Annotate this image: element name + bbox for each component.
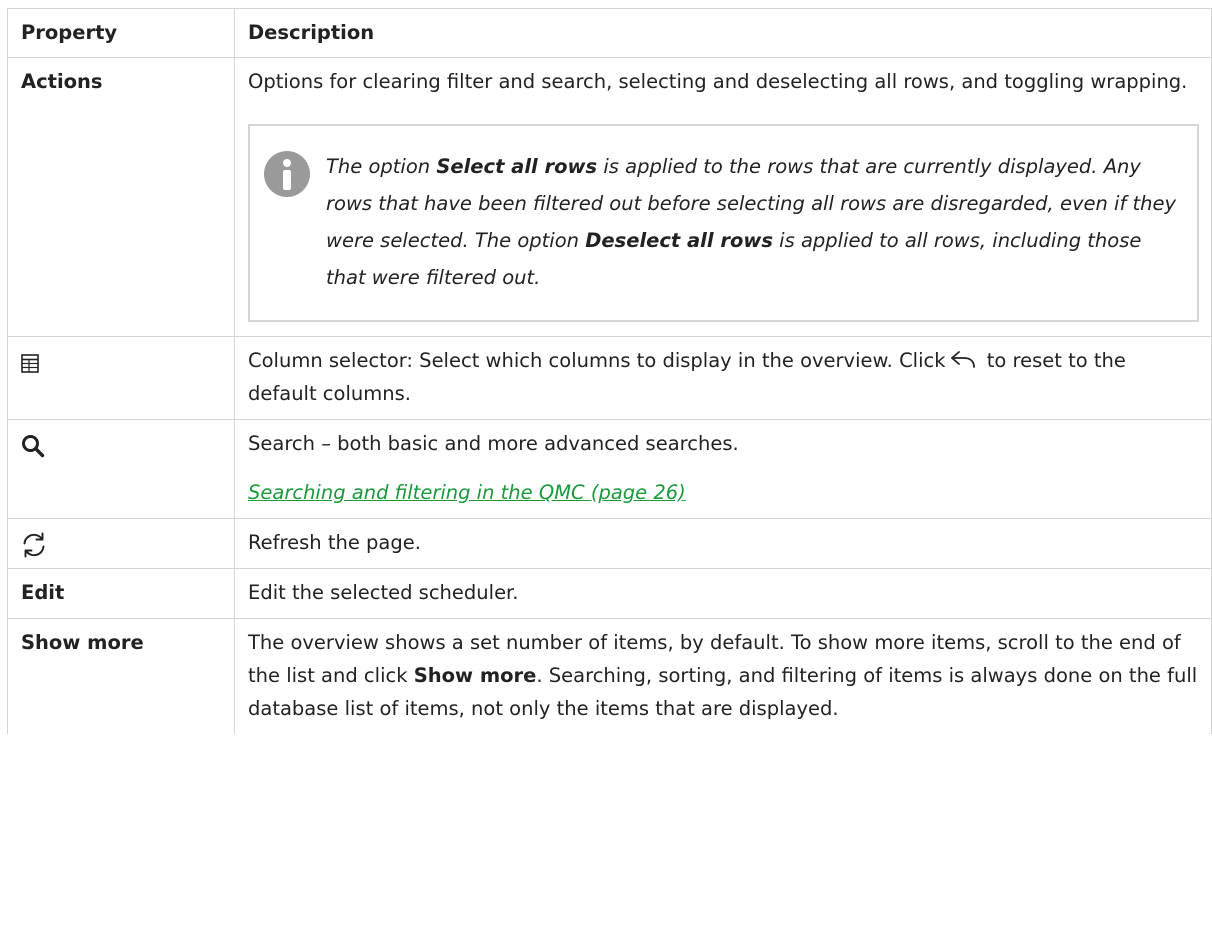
description-actions: Options for clearing filter and search, … bbox=[234, 57, 1212, 337]
info-note: The option Select all rows is applied to… bbox=[248, 124, 1199, 322]
show-more-bold: Show more bbox=[413, 664, 537, 687]
table-icon[interactable] bbox=[21, 354, 39, 373]
column-selector-text-start: Column selector: Select which columns to… bbox=[248, 349, 946, 372]
note-bold-deselect-all-rows: Deselect all rows bbox=[585, 229, 773, 252]
actions-description-text: Options for clearing filter and search, … bbox=[248, 70, 1188, 93]
description-edit: Edit the selected scheduler. bbox=[234, 568, 1212, 619]
property-edit: Edit bbox=[7, 568, 235, 619]
description-search: Search – both basic and more advanced se… bbox=[234, 419, 1212, 519]
table-row-actions: Actions Options for clearing filter and … bbox=[7, 57, 1212, 337]
search-icon[interactable] bbox=[21, 434, 45, 458]
header-property: Property bbox=[7, 8, 235, 58]
note-bold-select-all-rows: Select all rows bbox=[436, 155, 598, 178]
searching-filtering-link[interactable]: Searching and filtering in the QMC (page… bbox=[248, 481, 686, 504]
note-text: The option Select all rows is applied to… bbox=[326, 148, 1183, 296]
table-row-refresh: Refresh the page. bbox=[7, 518, 1212, 569]
search-link-line: Searching and filtering in the QMC (page… bbox=[248, 476, 1199, 509]
table-header-row: Property Description bbox=[7, 8, 1212, 58]
property-search bbox=[7, 419, 235, 519]
description-refresh: Refresh the page. bbox=[234, 518, 1212, 569]
refresh-icon[interactable] bbox=[21, 532, 47, 558]
search-description-text: Search – both basic and more advanced se… bbox=[248, 432, 739, 455]
table-row-edit: Edit Edit the selected scheduler. bbox=[7, 568, 1212, 619]
table-row-search: Search – both basic and more advanced se… bbox=[7, 419, 1212, 519]
column-selector-text: Column selector: Select which columns to… bbox=[248, 344, 1199, 410]
header-description: Description bbox=[234, 8, 1212, 58]
property-table: Property Description Actions Options for… bbox=[7, 8, 1212, 734]
info-icon bbox=[264, 151, 310, 197]
property-refresh bbox=[7, 518, 235, 569]
property-show-more: Show more bbox=[7, 618, 235, 734]
description-show-more: The overview shows a set number of items… bbox=[234, 618, 1212, 734]
table-row-column-selector: Column selector: Select which columns to… bbox=[7, 336, 1212, 420]
description-column-selector: Column selector: Select which columns to… bbox=[234, 336, 1212, 420]
property-actions: Actions bbox=[7, 57, 235, 337]
note-text-part: The option bbox=[326, 155, 437, 178]
table-row-show-more: Show more The overview shows a set numbe… bbox=[7, 618, 1212, 734]
undo-arrow-icon bbox=[950, 351, 975, 368]
property-column-selector bbox=[7, 336, 235, 420]
